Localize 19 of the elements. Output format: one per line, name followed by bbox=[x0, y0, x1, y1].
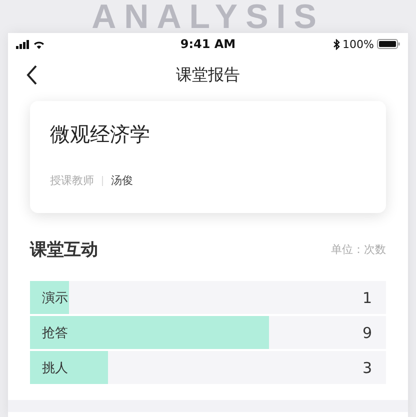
back-icon[interactable] bbox=[26, 65, 38, 85]
battery-percent: 100% bbox=[342, 38, 374, 50]
bar-count: 3 bbox=[362, 358, 372, 376]
page-title: 课堂报告 bbox=[176, 64, 240, 86]
teacher-label: 授课教师 bbox=[50, 173, 94, 188]
section-title: 课堂互动 bbox=[30, 238, 98, 260]
status-time: 9:41 AM bbox=[180, 37, 236, 51]
unit-label: 单位：次数 bbox=[331, 242, 386, 256]
bluetooth-icon bbox=[332, 38, 340, 50]
bar-label: 演示 bbox=[42, 290, 68, 306]
signal-icon bbox=[16, 40, 30, 48]
battery-icon bbox=[376, 39, 400, 49]
bar-count: 9 bbox=[362, 324, 372, 342]
course-name: 微观经济学 bbox=[50, 121, 151, 148]
wifi-icon bbox=[33, 40, 45, 48]
bar-count: 1 bbox=[362, 288, 372, 306]
bar-label: 抢答 bbox=[42, 324, 68, 342]
bar-label: 挑人 bbox=[42, 360, 68, 376]
teacher-name: 汤俊 bbox=[111, 173, 133, 188]
